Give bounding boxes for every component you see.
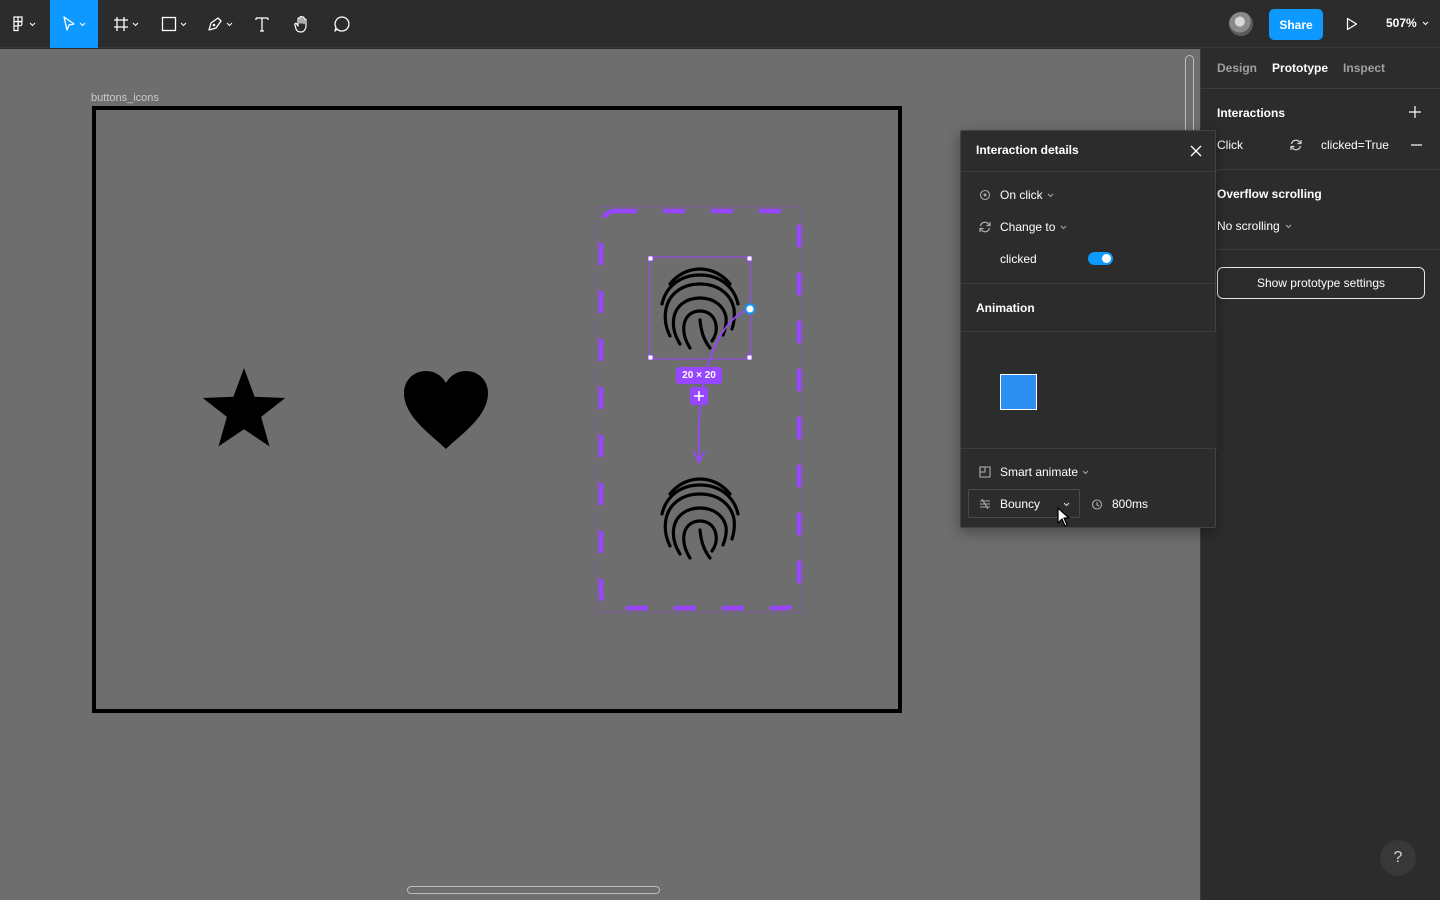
pen-icon [208,17,222,31]
change-to-icon [979,221,991,233]
move-tool-button[interactable] [50,0,98,48]
animation-type-select[interactable]: Smart animate [961,460,1217,484]
interaction-details-popover: Interaction details On click Change to c… [960,130,1217,528]
frame-hash-icon [114,17,128,31]
divider [1201,249,1440,250]
easing-row: Bouncy 800ms [961,492,1217,516]
figma-logo-icon [13,16,23,32]
add-connection-button[interactable] [690,387,708,405]
star-icon[interactable] [200,365,288,449]
smart-animate-icon [979,466,991,478]
tab-prototype[interactable]: Prototype [1272,61,1328,75]
trigger-select[interactable]: On click [961,183,1217,207]
help-button[interactable]: ? [1380,840,1416,876]
play-icon [1346,17,1358,31]
interaction-row[interactable]: Click clicked=True [1201,129,1440,161]
present-button[interactable] [1340,12,1364,36]
dimension-label: 20 × 20 [676,367,722,384]
chevron-down-icon [1082,470,1089,475]
trigger-label: On click [1000,188,1043,202]
hand-tool-button[interactable] [288,0,316,48]
animation-title: Animation [976,301,1035,315]
interaction-trigger: Click [1217,138,1243,152]
share-button[interactable]: Share [1269,9,1323,40]
chevron-down-icon [1422,21,1429,25]
chevron-down-icon [1060,225,1067,230]
show-prototype-settings-button[interactable]: Show prototype settings [1217,267,1425,299]
change-to-icon [1290,139,1302,151]
animation-preview-square [1000,374,1037,410]
chevron-down-icon [79,22,86,26]
chevron-down-icon [180,22,187,26]
action-label: Change to [1000,220,1056,234]
fingerprint-icon[interactable] [648,466,752,570]
figma-app: Share 507% buttons_icons 20 × 20 Design … [0,0,1440,900]
zoom-level: 507% [1386,16,1417,30]
close-icon[interactable] [1188,143,1204,159]
user-avatar[interactable] [1229,12,1253,36]
animation-preview [961,331,1217,449]
prototype-connection-arrow[interactable] [680,301,760,471]
remove-interaction-icon[interactable] [1411,144,1422,146]
shape-tool-button[interactable] [154,0,194,48]
horizontal-scrollbar[interactable] [407,886,660,894]
plus-icon [694,391,704,401]
frame-tool-button[interactable] [106,0,146,48]
heart-icon[interactable] [402,369,490,451]
interactions-title: Interactions [1217,106,1286,120]
action-select[interactable]: Change to [961,215,1217,239]
popover-title: Interaction details [976,143,1079,157]
interaction-action: clicked=True [1321,138,1389,152]
easing-curve-icon [980,498,990,510]
rectangle-icon [161,16,177,32]
divider [961,283,1217,284]
frame-label[interactable]: buttons_icons [91,92,159,104]
clicked-toggle[interactable] [1088,252,1113,265]
mouse-cursor-icon [1057,507,1070,527]
hand-icon [294,15,307,33]
main-menu-button[interactable] [4,0,44,48]
add-interaction-icon[interactable] [1409,106,1421,118]
overflow-title: Overflow scrolling [1217,187,1322,201]
property-label: clicked [1000,252,1037,266]
divider [1201,169,1440,170]
divider [1201,88,1440,89]
timer-icon [1091,499,1103,510]
zoom-menu[interactable]: 507% [1386,16,1429,30]
chevron-down-icon [29,22,36,26]
easing-label: Bouncy [1000,497,1041,511]
duration-value[interactable]: 800ms [1112,497,1148,511]
panel-tabs: Design Prototype Inspect [1217,61,1400,75]
trigger-icon [979,189,991,201]
properties-panel: Design Prototype Inspect Interactions Cl… [1200,49,1440,900]
divider [961,171,1217,172]
text-icon [255,17,269,32]
comment-tool-button[interactable] [328,0,356,48]
text-tool-button[interactable] [248,0,276,48]
comment-icon [334,16,350,32]
pen-tool-button[interactable] [200,0,240,48]
move-arrow-icon [63,16,75,31]
animation-type-label: Smart animate [1000,465,1079,479]
chevron-down-icon [1047,193,1054,198]
overflow-select[interactable]: No scrolling [1217,219,1292,233]
chevron-down-icon [132,22,139,26]
chevron-down-icon [1285,224,1292,228]
tab-design[interactable]: Design [1217,61,1257,75]
overflow-value: No scrolling [1217,219,1280,233]
top-toolbar: Share 507% [0,0,1440,48]
chevron-down-icon [226,22,233,26]
tab-inspect[interactable]: Inspect [1343,61,1385,75]
